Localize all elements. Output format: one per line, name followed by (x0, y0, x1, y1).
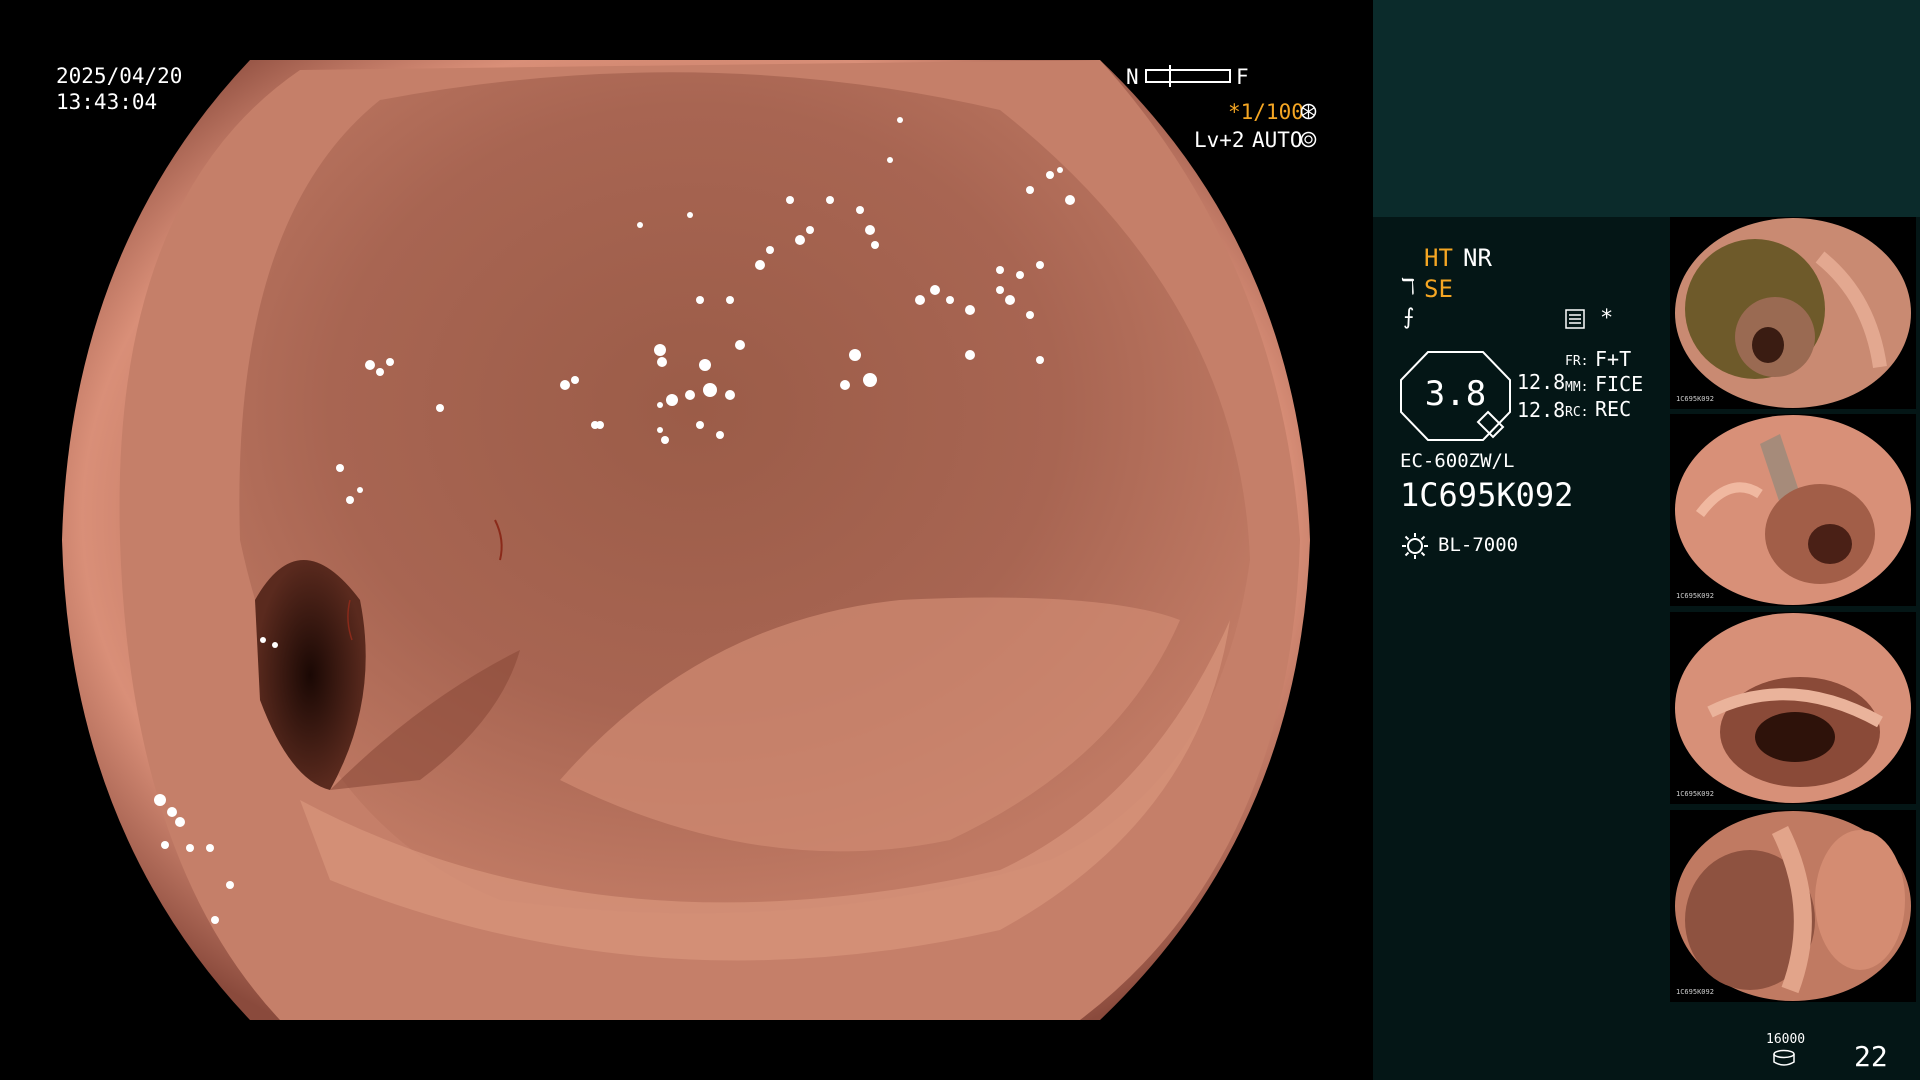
nr-label: NR (1463, 244, 1492, 272)
thumbnail-2[interactable]: 1C695K092 (1670, 414, 1916, 606)
focus-near-label: N (1126, 65, 1139, 89)
aperture-icon (1300, 103, 1317, 120)
thumbnail-3[interactable]: 1C695K092 (1670, 612, 1916, 804)
focus-scale-bar (1145, 65, 1231, 87)
thumbnail-4-label: 1C695K092 (1676, 988, 1714, 996)
thumbnail-2-label: 1C695K092 (1676, 592, 1714, 600)
scope-serial-label: 1C695K092 (1400, 476, 1574, 514)
mm-value: FICE (1595, 372, 1644, 396)
value-1: 12.8 (1517, 370, 1566, 394)
endoscope-main-view: 2025/04/20 13:43:04 N F *1/100 Lv+2 AUTO (0, 0, 1373, 1080)
info-panel: HT NR ℸ SE ⨍ * 3.8 12.8 12.8 FR: F+T MM:… (1373, 0, 1920, 1080)
fr-label: FR: (1565, 354, 1589, 369)
panel-header-area (1373, 0, 1920, 217)
zoom-indicator: 3.8 (1398, 350, 1513, 442)
focus-far-label: F (1236, 65, 1249, 89)
rc-value: REC (1595, 397, 1632, 421)
structure-enhance-icon: ℸ (1401, 275, 1416, 300)
function-icon: ⨍ (1403, 305, 1415, 330)
time-label: 13:43:04 (56, 90, 158, 114)
light-source-label: BL-7000 (1438, 534, 1519, 556)
value-2: 12.8 (1517, 398, 1566, 422)
star-label: * (1600, 306, 1614, 331)
thumbnail-4[interactable]: 1C695K092 (1670, 810, 1916, 1002)
brightness-level-label: Lv+2 (1194, 128, 1245, 152)
fr-value: F+T (1595, 347, 1632, 371)
thumbnail-1[interactable]: 1C695K092 (1670, 217, 1916, 409)
rc-label: RC: (1565, 405, 1589, 420)
se-label: SE (1424, 275, 1453, 303)
ht-label: HT (1424, 244, 1453, 272)
mm-label: MM: (1565, 380, 1589, 395)
disk-capacity-label: 16000 (1766, 1032, 1806, 1047)
scope-model-label: EC-600ZW/L (1400, 450, 1515, 472)
thumbnail-3-label: 1C695K092 (1676, 790, 1714, 798)
iris-icon (1300, 131, 1317, 148)
date-label: 2025/04/20 (56, 64, 183, 88)
settings-list-icon (1565, 309, 1585, 329)
disk-icon (1772, 1049, 1796, 1067)
light-source-icon (1401, 532, 1429, 560)
shutter-speed-label: *1/100 (1228, 100, 1304, 124)
focus-position-marker (1169, 65, 1171, 87)
iris-mode-label: AUTO (1252, 128, 1303, 152)
zoom-value: 3.8 (1424, 374, 1487, 414)
thumbnail-1-label: 1C695K092 (1676, 395, 1714, 403)
endoscopic-image (62, 60, 1310, 1020)
image-count-label: 22 (1854, 1040, 1888, 1073)
